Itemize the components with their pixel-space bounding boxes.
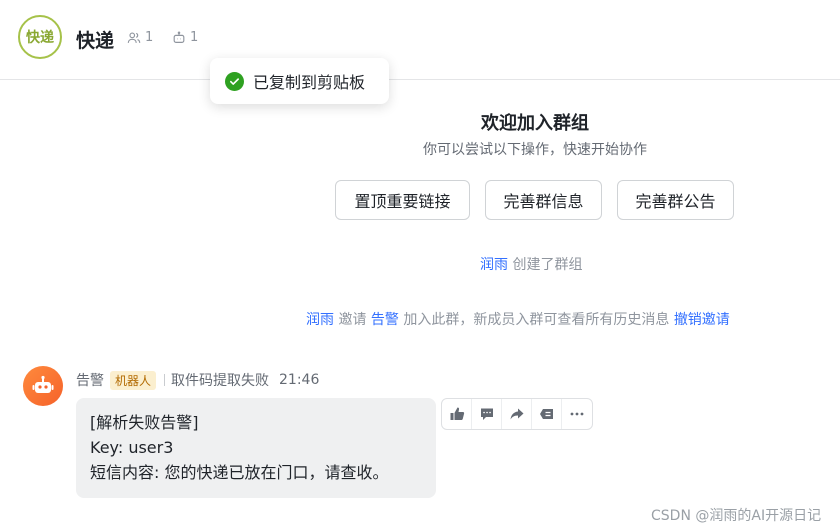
member-count-label: 1 (145, 30, 154, 45)
chat-window: 快递 快递 1 1 已复制到剪贴板 欢迎加入群组 你可以尝试以下操作，快速开始协… (0, 0, 840, 531)
bot-avatar[interactable] (23, 366, 63, 406)
message-line: Key: user3 (90, 438, 174, 457)
message-actions-toolbar (441, 398, 593, 430)
message-line: [解析失败告警] (90, 413, 199, 432)
message-header: 告警 机器人 取件码提取失败 21:46 (76, 370, 319, 390)
message-line: 短信内容: 您的快递已放在门口，请查收。 (90, 463, 389, 482)
forward-icon[interactable] (502, 399, 532, 429)
message-time: 21:46 (279, 372, 320, 388)
toast-text: 已复制到剪贴板 (253, 73, 366, 92)
inviter-link[interactable]: 润雨 (306, 312, 334, 328)
system-message-created: 润雨 创建了群组 (480, 254, 582, 274)
complete-announcement-button[interactable]: 完善群公告 (617, 180, 734, 220)
complete-group-info-button[interactable]: 完善群信息 (485, 180, 602, 220)
watermark: CSDN @润雨的AI开源日记 (651, 508, 822, 524)
more-icon[interactable] (562, 399, 592, 429)
invitee-link[interactable]: 告警 (371, 312, 399, 328)
system-message-invited: 润雨 邀请 告警 加入此群，新成员入群可查看所有历史消息 撤销邀请 (306, 309, 730, 329)
chat-header: 快递 快递 1 1 (0, 0, 840, 80)
sender-name[interactable]: 告警 (76, 370, 104, 390)
thumbs-up-icon[interactable] (442, 399, 472, 429)
robot-icon (32, 375, 54, 393)
reply-icon[interactable] (472, 399, 502, 429)
check-circle-icon (225, 71, 244, 91)
bot-count-label: 1 (190, 30, 199, 45)
creator-link[interactable]: 润雨 (480, 257, 508, 273)
revoke-invite-link[interactable]: 撤销邀请 (674, 312, 730, 328)
pin-links-button[interactable]: 置顶重要链接 (335, 180, 470, 220)
divider (164, 374, 166, 386)
quote-icon[interactable] (532, 399, 562, 429)
bot-badge: 机器人 (110, 370, 157, 390)
message-status: 取件码提取失败 (171, 373, 270, 389)
copied-toast: 已复制到剪贴板 (210, 58, 389, 104)
welcome-title: 欢迎加入群组 (481, 113, 589, 134)
member-count[interactable]: 1 (127, 30, 153, 45)
invite-text: 加入此群，新成员入群可查看所有历史消息 (403, 312, 670, 328)
created-text: 创建了群组 (512, 257, 583, 273)
members-icon (127, 32, 141, 43)
invite-verb: 邀请 (338, 312, 367, 328)
group-title[interactable]: 快递 (76, 26, 114, 53)
welcome-subtitle: 你可以尝试以下操作，快速开始协作 (423, 142, 647, 158)
bot-count[interactable]: 1 (172, 30, 198, 45)
robot-icon (173, 30, 185, 43)
message-bubble[interactable]: [解析失败告警] Key: user3 短信内容: 您的快递已放在门口，请查收。 (76, 398, 436, 498)
group-avatar[interactable]: 快递 (18, 15, 62, 59)
